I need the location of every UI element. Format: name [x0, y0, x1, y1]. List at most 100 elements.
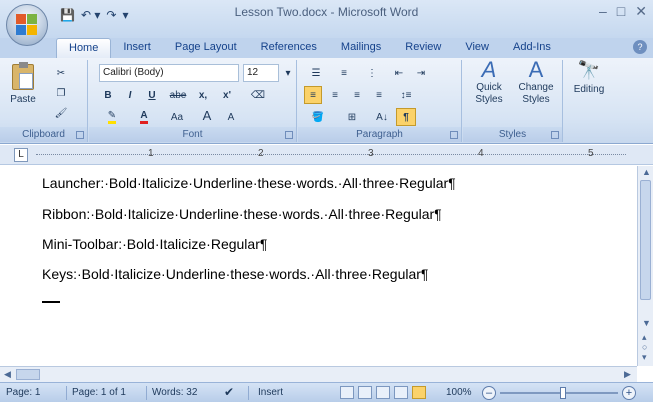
help-icon[interactable]: ?: [633, 40, 647, 54]
show-hide-button[interactable]: ¶: [396, 108, 416, 126]
status-separator: [248, 386, 249, 400]
vertical-scrollbar[interactable]: ▲ ▼ ▴ ○ ▾: [637, 166, 653, 366]
paragraph-ribbon[interactable]: Ribbon:·Bold·Italicize·Underline·these·w…: [42, 206, 442, 222]
change-case-button[interactable]: Aa: [163, 108, 191, 126]
maximize-button[interactable]: □: [617, 3, 625, 20]
numbering-icon[interactable]: ≡: [332, 64, 356, 82]
line-spacing-icon[interactable]: ↕≡: [394, 86, 418, 104]
font-size-dropdown-icon[interactable]: ▾: [282, 64, 294, 82]
zoom-in-button[interactable]: +: [622, 386, 636, 400]
status-separator: [66, 386, 67, 400]
tab-references[interactable]: References: [249, 38, 329, 58]
clipboard-group-label: Clipboard: [0, 127, 87, 142]
copy-icon[interactable]: ❐: [50, 84, 72, 102]
justify-icon[interactable]: ≡: [370, 86, 388, 104]
styles-group-label: Styles: [463, 127, 562, 142]
clear-formatting-icon[interactable]: ⌫: [247, 86, 269, 104]
editing-group: 🔭 Editing: [564, 60, 614, 142]
close-button[interactable]: ✕: [635, 3, 647, 20]
paragraph-keys[interactable]: Keys:·Bold·Italicize·Underline·these·wor…: [42, 266, 428, 282]
tab-selector[interactable]: L: [14, 148, 28, 162]
scroll-right-icon[interactable]: ▶: [624, 369, 631, 380]
underline-button[interactable]: U: [143, 86, 161, 104]
font-group-label: Font: [89, 127, 296, 142]
proofing-icon[interactable]: ✔: [224, 385, 234, 399]
tab-add-ins[interactable]: Add-Ins: [501, 38, 563, 58]
quick-styles-label: Quick Styles: [475, 82, 503, 105]
tab-review[interactable]: Review: [393, 38, 453, 58]
paste-label: Paste: [10, 94, 36, 105]
decrease-indent-icon[interactable]: ⇤: [390, 64, 408, 82]
font-color-icon[interactable]: A: [131, 108, 157, 126]
sort-button[interactable]: A↓: [372, 108, 392, 126]
multilevel-list-icon[interactable]: ⋮: [360, 64, 384, 82]
align-left-icon[interactable]: ≡: [304, 86, 322, 104]
horizontal-scroll-thumb[interactable]: [16, 369, 40, 380]
web-layout-view-icon[interactable]: [376, 386, 390, 399]
shading-icon[interactable]: 🪣: [304, 108, 332, 126]
tab-mailings[interactable]: Mailings: [329, 38, 393, 58]
select-browse-object-icon[interactable]: ○: [642, 342, 647, 352]
print-layout-view-icon[interactable]: [340, 386, 354, 399]
italic-button[interactable]: I: [121, 86, 139, 104]
next-page-icon[interactable]: ▾: [642, 352, 647, 363]
window-title: Lesson Two.docx - Microsoft Word: [234, 5, 419, 19]
scroll-down-icon[interactable]: ▼: [642, 318, 651, 328]
minimize-button[interactable]: –: [599, 3, 607, 20]
align-center-icon[interactable]: ≡: [326, 86, 344, 104]
tab-home[interactable]: Home: [56, 38, 112, 58]
zoom-level[interactable]: 100%: [446, 387, 472, 398]
zoom-slider-track[interactable]: [500, 392, 618, 394]
status-word-count[interactable]: Words: 32: [152, 387, 197, 398]
styles-group: A Quick Styles A Change Styles Styles: [463, 59, 563, 142]
window-controls: – □ ✕: [599, 3, 647, 20]
tab-insert[interactable]: Insert: [111, 38, 163, 58]
change-styles-button[interactable]: A Change Styles: [513, 59, 559, 106]
find-icon: 🔭: [577, 60, 601, 80]
borders-icon[interactable]: ⊞: [338, 108, 366, 126]
tab-view[interactable]: View: [453, 38, 501, 58]
superscript-button[interactable]: x': [217, 86, 237, 104]
draft-view-icon[interactable]: [412, 386, 426, 399]
format-painter-icon[interactable]: 🖌: [50, 104, 72, 122]
office-button[interactable]: [6, 4, 48, 46]
paragraph-group-label: Paragraph: [298, 127, 461, 142]
styles-dialog-launcher[interactable]: [551, 131, 559, 139]
clipboard-dialog-launcher[interactable]: [76, 131, 84, 139]
outline-view-icon[interactable]: [394, 386, 408, 399]
status-page[interactable]: Page: 1: [6, 387, 40, 398]
clipboard-group: Paste ✂ ❐ 🖌 Clipboard: [0, 60, 88, 142]
status-page-count[interactable]: Page: 1 of 1: [72, 387, 126, 398]
paragraph-launcher[interactable]: Launcher:·Bold·Italicize·Underline·these…: [42, 175, 456, 191]
paragraph-dialog-launcher[interactable]: [450, 131, 458, 139]
office-logo-icon: [16, 14, 38, 36]
subscript-button[interactable]: x,: [193, 86, 213, 104]
status-insert-mode[interactable]: Insert: [258, 387, 283, 398]
font-size-combo[interactable]: 12: [243, 64, 279, 82]
zoom-slider-thumb[interactable]: [560, 387, 566, 399]
paragraph-mini-toolbar[interactable]: Mini-Toolbar:·Bold·Italicize·Regular¶: [42, 236, 267, 252]
ruler-number: 5: [588, 148, 594, 159]
quick-styles-button[interactable]: A Quick Styles: [467, 59, 511, 106]
highlight-color-icon[interactable]: ✎: [99, 108, 125, 126]
full-screen-reading-view-icon[interactable]: [358, 386, 372, 399]
editing-button[interactable]: 🔭 Editing: [568, 60, 610, 96]
document-page[interactable]: Launcher:·Bold·Italicize·Underline·these…: [0, 166, 637, 366]
strikethrough-button[interactable]: abe: [167, 86, 189, 104]
shrink-font-button[interactable]: A: [221, 108, 241, 126]
grow-font-button[interactable]: A: [197, 106, 217, 124]
scroll-left-icon[interactable]: ◀: [4, 369, 11, 380]
font-name-combo[interactable]: Calibri (Body): [99, 64, 239, 82]
bold-button[interactable]: B: [99, 86, 117, 104]
horizontal-scrollbar[interactable]: ◀ ▶: [0, 366, 637, 382]
font-dialog-launcher[interactable]: [285, 131, 293, 139]
cut-icon[interactable]: ✂: [50, 64, 72, 82]
vertical-scroll-thumb[interactable]: [640, 180, 651, 300]
zoom-out-button[interactable]: –: [482, 386, 496, 400]
increase-indent-icon[interactable]: ⇥: [412, 64, 430, 82]
bullets-icon[interactable]: ☰: [304, 64, 328, 82]
paste-button[interactable]: Paste: [6, 62, 40, 106]
tab-page-layout[interactable]: Page Layout: [163, 38, 249, 58]
scroll-up-icon[interactable]: ▲: [642, 167, 651, 177]
align-right-icon[interactable]: ≡: [348, 86, 366, 104]
